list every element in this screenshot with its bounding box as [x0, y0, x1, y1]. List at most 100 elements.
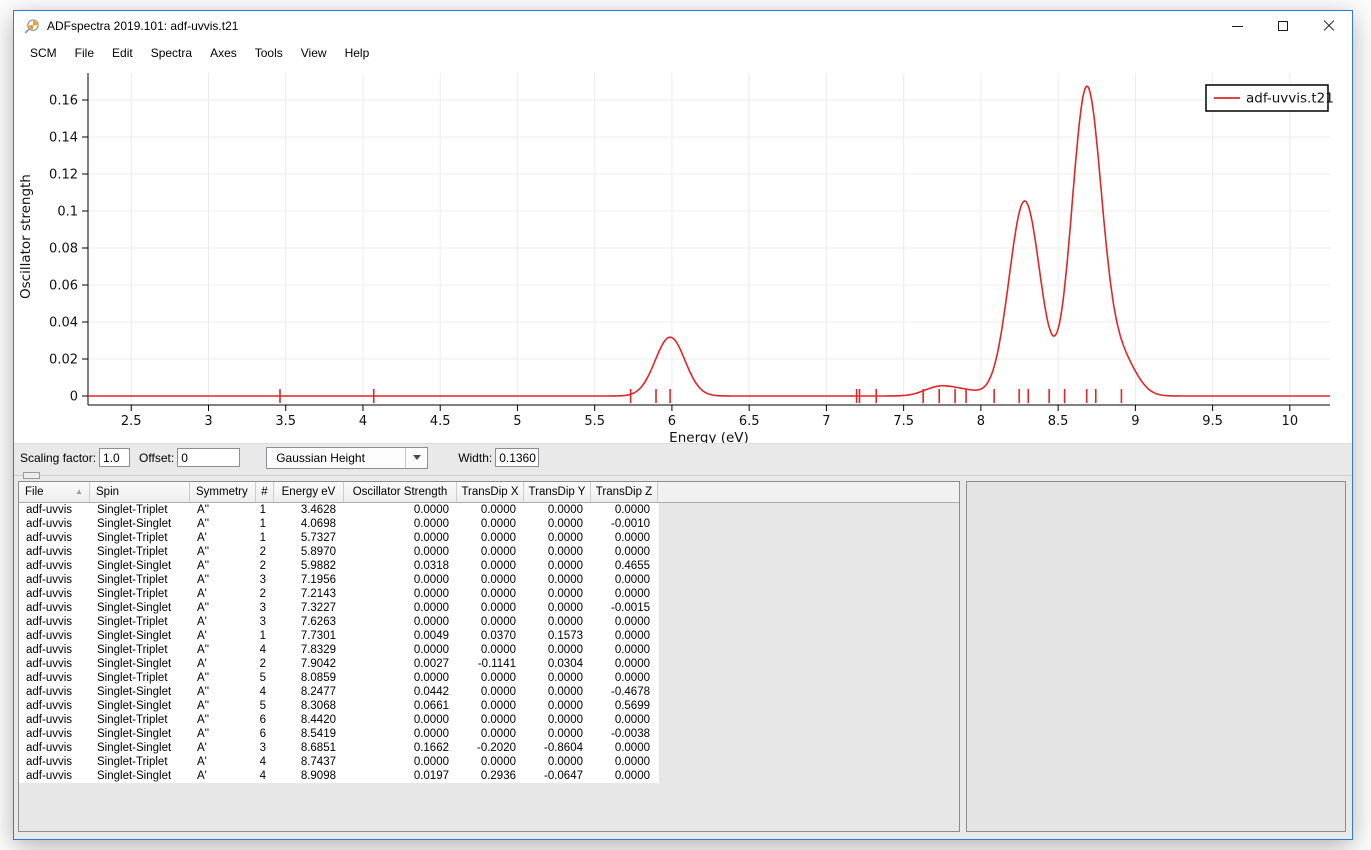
menu-tools[interactable]: Tools	[246, 43, 292, 63]
cell--: 4	[256, 755, 274, 769]
table-row[interactable]: adf-uvvisSinglet-SingletA'17.73010.00490…	[19, 629, 659, 643]
cell-energy-ev: 8.5419	[274, 727, 344, 741]
cell--: 5	[256, 699, 274, 713]
app-window: ADFspectra 2019.101: adf-uvvis.t21 SCMFi…	[13, 10, 1353, 840]
offset-input[interactable]	[177, 448, 240, 467]
table-row[interactable]: adf-uvvisSinglet-TripletA''68.44200.0000…	[19, 713, 659, 727]
cell-transdip-z: 0.0000	[591, 755, 658, 769]
column-header-oscillator-strength[interactable]: Oscillator Strength	[344, 482, 457, 503]
cell-transdip-z: -0.0015	[591, 601, 658, 615]
cell-transdip-x: 0.0000	[457, 573, 524, 587]
table-row[interactable]: adf-uvvisSinglet-TripletA'48.74370.00000…	[19, 755, 659, 769]
column-header-spin[interactable]: Spin	[90, 482, 190, 503]
cell-transdip-z: -0.0010	[591, 517, 658, 531]
cell-spin: Singlet-Triplet	[90, 755, 190, 769]
table-row[interactable]: adf-uvvisSinglet-TripletA'15.73270.00000…	[19, 531, 659, 545]
menu-axes[interactable]: Axes	[201, 43, 246, 63]
cell--: 2	[256, 587, 274, 601]
cell-energy-ev: 5.9882	[274, 559, 344, 573]
cell-symmetry: A'	[190, 657, 256, 671]
cell-transdip-x: 0.0000	[457, 517, 524, 531]
cell-transdip-y: 0.0000	[524, 559, 591, 573]
table-row[interactable]: adf-uvvisSinglet-SingletA''48.24770.0442…	[19, 685, 659, 699]
chart-legend[interactable]: adf-uvvis.t21	[1206, 85, 1334, 111]
table-row[interactable]: adf-uvvisSinglet-SingletA''68.54190.0000…	[19, 727, 659, 741]
cell-transdip-z: 0.0000	[591, 573, 658, 587]
column-header-filler	[658, 482, 959, 503]
minimize-icon	[1232, 26, 1243, 27]
table-row[interactable]: adf-uvvisSinglet-TripletA''13.46280.0000…	[19, 503, 659, 517]
table-row[interactable]: adf-uvvisSinglet-SingletA'27.90420.0027-…	[19, 657, 659, 671]
offset-label: Offset:	[139, 451, 174, 465]
bottom-pane: File▲SpinSymmetry#Energy eVOscillator St…	[14, 471, 1352, 839]
cell-transdip-x: 0.0000	[457, 671, 524, 685]
table-row[interactable]: adf-uvvisSinglet-TripletA''47.83290.0000…	[19, 643, 659, 657]
cell-oscillator-strength: 0.0000	[344, 545, 457, 559]
cell-transdip-x: 0.0000	[457, 755, 524, 769]
cell-oscillator-strength: 0.0197	[344, 769, 457, 783]
cell-transdip-y: 0.0000	[524, 531, 591, 545]
menu-scm[interactable]: SCM	[21, 43, 66, 63]
table-row[interactable]: adf-uvvisSinglet-TripletA''37.19560.0000…	[19, 573, 659, 587]
close-button[interactable]	[1306, 11, 1352, 41]
menu-view[interactable]: View	[292, 43, 336, 63]
cell-transdip-x: 0.0000	[457, 685, 524, 699]
cell-transdip-y: 0.0000	[524, 699, 591, 713]
cell-transdip-z: 0.0000	[591, 545, 658, 559]
cell-transdip-z: 0.4655	[591, 559, 658, 573]
cell-energy-ev: 7.2143	[274, 587, 344, 601]
svg-text:4: 4	[359, 414, 367, 429]
splitter-grip[interactable]	[23, 472, 40, 479]
cell-oscillator-strength: 0.0000	[344, 601, 457, 615]
column-header-file[interactable]: File▲	[19, 482, 90, 503]
cell-transdip-z: 0.0000	[591, 643, 658, 657]
table-row[interactable]: adf-uvvisSinglet-TripletA'37.62630.00000…	[19, 615, 659, 629]
broadening-method-select[interactable]: Gaussian Height	[266, 447, 428, 469]
spectrum-chart[interactable]: 00.020.040.060.080.10.120.140.162.533.54…	[14, 65, 1352, 443]
cell-transdip-z: 0.0000	[591, 671, 658, 685]
magnifier-icon	[23, 18, 40, 35]
cell--: 6	[256, 727, 274, 741]
table-row[interactable]: adf-uvvisSinglet-SingletA''37.32270.0000…	[19, 601, 659, 615]
column-header-energy-ev[interactable]: Energy eV	[274, 482, 344, 503]
cell-file: adf-uvvis	[19, 727, 90, 741]
cell-file: adf-uvvis	[19, 671, 90, 685]
svg-text:4.5: 4.5	[430, 414, 451, 429]
cell-symmetry: A''	[190, 503, 256, 517]
column-header-transdip-x[interactable]: TransDip X	[457, 482, 524, 503]
minimize-button[interactable]	[1214, 11, 1260, 41]
cell--: 2	[256, 657, 274, 671]
maximize-button[interactable]	[1260, 11, 1306, 41]
menu-help[interactable]: Help	[336, 43, 379, 63]
column-header-transdip-z[interactable]: TransDip Z	[591, 482, 658, 503]
menu-spectra[interactable]: Spectra	[142, 43, 201, 63]
scaling-factor-input[interactable]	[99, 448, 130, 467]
cell-symmetry: A''	[190, 573, 256, 587]
table-row[interactable]: adf-uvvisSinglet-SingletA'48.90980.01970…	[19, 769, 659, 783]
cell-transdip-z: 0.0000	[591, 629, 658, 643]
cell-transdip-z: 0.0000	[591, 587, 658, 601]
column-header-symmetry[interactable]: Symmetry	[190, 482, 256, 503]
cell-transdip-x: -0.2020	[457, 741, 524, 755]
column-header--[interactable]: #	[256, 482, 274, 503]
table-row[interactable]: adf-uvvisSinglet-SingletA''14.06980.0000…	[19, 517, 659, 531]
table-row[interactable]: adf-uvvisSinglet-TripletA''58.08590.0000…	[19, 671, 659, 685]
cell-symmetry: A'	[190, 587, 256, 601]
menu-edit[interactable]: Edit	[103, 43, 142, 63]
cell-transdip-x: 0.0370	[457, 629, 524, 643]
svg-text:0.02: 0.02	[49, 353, 78, 368]
column-header-transdip-y[interactable]: TransDip Y	[524, 482, 591, 503]
width-input[interactable]	[495, 448, 539, 467]
cell-energy-ev: 3.4628	[274, 503, 344, 517]
menu-file[interactable]: File	[66, 43, 103, 63]
control-bar: Scaling factor: Offset: Gaussian Height …	[14, 443, 1352, 471]
table-row[interactable]: adf-uvvisSinglet-SingletA''58.30680.0661…	[19, 699, 659, 713]
table-row[interactable]: adf-uvvisSinglet-SingletA''25.98820.0318…	[19, 559, 659, 573]
table-row[interactable]: adf-uvvisSinglet-SingletA'38.68510.1662-…	[19, 741, 659, 755]
title-bar[interactable]: ADFspectra 2019.101: adf-uvvis.t21	[14, 11, 1352, 41]
table-row[interactable]: adf-uvvisSinglet-TripletA''25.89700.0000…	[19, 545, 659, 559]
table-row[interactable]: adf-uvvisSinglet-TripletA'27.21430.00000…	[19, 587, 659, 601]
cell-oscillator-strength: 0.0000	[344, 503, 457, 517]
cell-oscillator-strength: 0.0000	[344, 573, 457, 587]
cell-transdip-y: 0.0000	[524, 727, 591, 741]
